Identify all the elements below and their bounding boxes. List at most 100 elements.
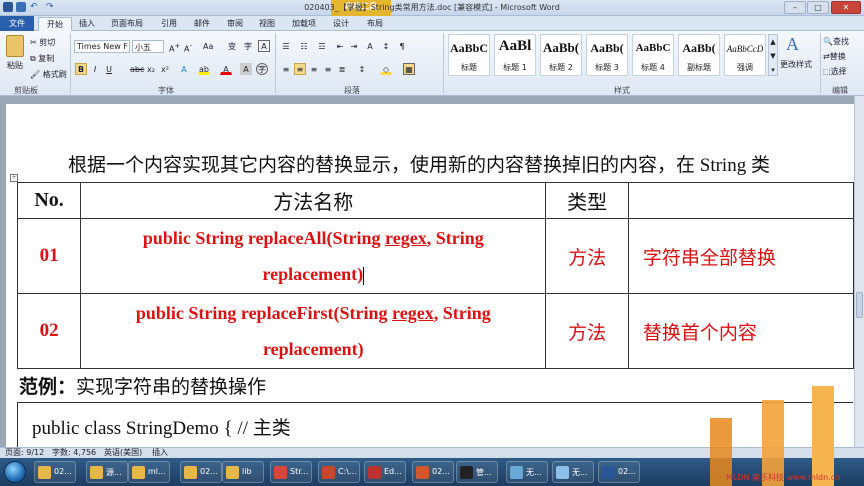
status-language[interactable]: 英语(美国) [104, 448, 142, 458]
taskbar-button[interactable]: Ed... [364, 461, 406, 483]
change-styles-button[interactable]: 更改样式 [780, 59, 812, 70]
paste-icon[interactable] [6, 35, 24, 57]
enclosed-char-icon[interactable]: 字 [256, 63, 268, 75]
method-type[interactable]: 方法 [545, 218, 629, 294]
status-words[interactable]: 字数: 4,756 [52, 448, 96, 458]
row-number[interactable]: 01 [16, 218, 82, 294]
watermark-bar [812, 386, 834, 486]
underline-icon[interactable]: U [103, 63, 115, 75]
tab-view[interactable]: 视图 [255, 17, 279, 31]
increase-indent-icon[interactable]: ⇥ [348, 40, 360, 52]
copy-button[interactable]: ⧉ 复制 [30, 53, 54, 64]
superscript-icon[interactable]: x² [159, 63, 171, 75]
enclose-char-icon[interactable]: 字 [242, 40, 254, 52]
char-border-icon[interactable]: A [258, 40, 270, 52]
scrollbar-thumb[interactable] [856, 292, 863, 318]
method-description[interactable]: 替换首个内容 [627, 293, 854, 369]
style-title[interactable]: AaBbC 标题 [448, 34, 490, 76]
start-button[interactable] [4, 461, 26, 483]
close-button[interactable]: ✕ [831, 1, 861, 14]
grow-font-icon[interactable]: A+ [168, 40, 180, 54]
taskbar-button[interactable]: 02... [598, 461, 640, 483]
tab-home[interactable]: 开始 [38, 17, 72, 31]
font-name-dropdown[interactable]: Times New F [74, 40, 130, 53]
method-signature[interactable]: public String replaceAll(String regex, S… [80, 218, 547, 294]
header-type[interactable]: 类型 [545, 182, 629, 219]
align-center-icon[interactable]: ≡ [294, 63, 306, 75]
style-heading-4[interactable]: AaBbC 标题 4 [632, 34, 674, 76]
taskbar-button[interactable]: 源... [86, 461, 128, 483]
header-description[interactable] [627, 182, 854, 219]
style-subtitle[interactable]: AaBb(副标题 [678, 34, 720, 76]
taskbar-button[interactable]: 02... [34, 461, 76, 483]
tab-insert[interactable]: 插入 [74, 17, 100, 31]
shading-icon[interactable]: ◇ [380, 63, 392, 75]
maximize-button[interactable]: □ [807, 1, 829, 14]
format-painter-button[interactable]: 🖌 格式刷 [30, 69, 67, 80]
bullets-icon[interactable]: ☰ [280, 40, 292, 52]
header-no[interactable]: No. [16, 182, 82, 219]
style-heading-3[interactable]: AaBb(标题 3 [586, 34, 628, 76]
sort-icon[interactable]: ↕ [380, 40, 392, 52]
tab-references[interactable]: 引用 [156, 17, 182, 31]
show-marks-icon[interactable]: ¶ [396, 40, 408, 52]
tab-file[interactable]: 文件 [0, 16, 34, 31]
change-styles-icon[interactable]: A [786, 35, 804, 53]
decrease-indent-icon[interactable]: ⇤ [334, 40, 346, 52]
style-heading-2[interactable]: AaBb(标题 2 [540, 34, 582, 76]
replace-button[interactable]: ⇄替换 [823, 51, 846, 62]
borders-icon[interactable]: ▦ [403, 63, 415, 75]
method-type[interactable]: 方法 [545, 293, 629, 369]
change-case-icon[interactable]: Aa [202, 40, 214, 52]
taskbar-button[interactable]: C:\... [318, 461, 360, 483]
text-effects-icon[interactable]: A [178, 63, 190, 75]
minimize-button[interactable]: – [784, 1, 806, 14]
tab-mailings[interactable]: 邮件 [189, 17, 215, 31]
distributed-icon[interactable]: ≣ [336, 63, 348, 75]
style-emphasis[interactable]: AaBbCcD 强调 [724, 34, 766, 76]
tab-page-layout[interactable]: 页面布局 [107, 17, 147, 31]
font-color-icon[interactable]: A [220, 63, 232, 75]
font-size-dropdown[interactable]: 小五 [132, 40, 164, 53]
taskbar-button[interactable]: ml... [128, 461, 170, 483]
taskbar-button[interactable]: Str... [270, 461, 312, 483]
method-description[interactable]: 字符串全部替换 [627, 218, 854, 294]
tab-layout[interactable]: 布局 [363, 17, 387, 31]
taskbar-button[interactable]: 无... [552, 461, 594, 483]
row-number[interactable]: 02 [16, 293, 82, 369]
taskbar-button[interactable]: 管... [456, 461, 498, 483]
strikethrough-icon[interactable]: abc [129, 63, 144, 75]
header-method-name[interactable]: 方法名称 [80, 182, 547, 219]
taskbar-button[interactable]: 02... [412, 461, 454, 483]
find-button[interactable]: 🔍查找 [823, 36, 849, 47]
taskbar-button[interactable]: 02... [180, 461, 222, 483]
line-spacing-icon[interactable]: ↕ [356, 63, 368, 75]
tab-addins[interactable]: 加载项 [287, 17, 321, 31]
tab-review[interactable]: 审阅 [222, 17, 248, 31]
align-left-icon[interactable]: ≡ [280, 63, 292, 75]
align-right-icon[interactable]: ≡ [308, 63, 320, 75]
styles-scroll-icon[interactable]: ▲ ▼ ▾ [768, 34, 778, 76]
phonetic-guide-icon[interactable]: 变 [226, 40, 238, 52]
numbering-icon[interactable]: ☷ [298, 40, 310, 52]
multilevel-list-icon[interactable]: ☲ [316, 40, 328, 52]
status-page[interactable]: 页面: 9/12 [5, 448, 44, 458]
char-shading-icon[interactable]: A [240, 63, 252, 75]
highlight-icon[interactable]: ab [198, 63, 210, 75]
chinese-layout-icon[interactable]: A [364, 40, 376, 52]
bold-icon[interactable]: B [75, 63, 87, 75]
method-signature[interactable]: public String replaceFirst(String regex,… [80, 293, 547, 369]
select-button[interactable]: ⬚选择 [823, 66, 847, 77]
subscript-icon[interactable]: x₂ [145, 63, 157, 75]
table-move-handle-icon[interactable]: + [10, 174, 18, 182]
paste-button[interactable]: 粘贴 [7, 60, 23, 71]
style-heading-1[interactable]: AaBl 标题 1 [494, 34, 536, 76]
shrink-font-icon[interactable]: A- [182, 40, 194, 54]
taskbar-button[interactable]: lib [222, 461, 264, 483]
tab-design[interactable]: 设计 [329, 17, 353, 31]
status-mode[interactable]: 插入 [152, 448, 168, 458]
italic-icon[interactable]: I [89, 63, 101, 75]
taskbar-button[interactable]: 无... [506, 461, 548, 483]
cut-button[interactable]: ✂ 剪切 [30, 37, 55, 48]
justify-icon[interactable]: ≡ [322, 63, 334, 75]
